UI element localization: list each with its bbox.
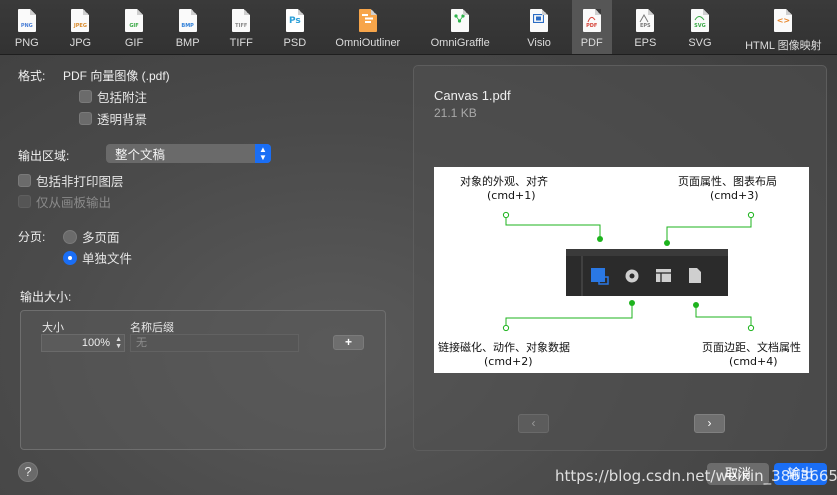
size-field[interactable]: 100% ▲ ▼ [41, 334, 125, 352]
format-bmp[interactable]: BMP BMP [161, 0, 215, 54]
format-pdf[interactable]: PDF PDF [571, 0, 612, 54]
radio-button[interactable] [63, 229, 77, 244]
next-page-button[interactable]: › [694, 414, 725, 433]
size-column-header: 大小 [42, 322, 64, 334]
format-toolbar: PNG PNG JPEG JPG GIF GIF BMP BMP TIFF TI… [0, 0, 837, 55]
suffix-column-header: 名称后缀 [130, 322, 174, 334]
document-inspector-icon [689, 268, 701, 283]
visio-file-icon [530, 9, 549, 32]
format-gif[interactable]: GIF GIF [107, 0, 161, 54]
watermark-text: https://blog.csdn.net/weixin_38636659 [555, 467, 837, 485]
format-html-image-map[interactable]: <> HTML 图像映射 [730, 0, 837, 54]
preview-file-name: Canvas 1.pdf [434, 88, 511, 103]
chevron-updown-icon: ▲ ▼ [255, 144, 271, 163]
format-psd[interactable]: Ps PSD [268, 0, 322, 54]
multi-page-radio[interactable]: 多页面 [63, 227, 120, 246]
pdf-file-icon: PDF [582, 9, 601, 32]
single-file-radio[interactable]: 单独文件 [63, 248, 132, 267]
layout-inspector-icon [656, 269, 671, 282]
jpg-file-icon: JPEG [71, 9, 90, 32]
callout-text: (cmd+1) [487, 189, 536, 202]
preview-file-size: 21.1 KB [434, 106, 477, 120]
output-size-table: 大小 名称后缀 100% ▲ ▼ 无 + [20, 310, 386, 450]
format-label: 格式: [18, 69, 46, 83]
gear-icon [625, 269, 639, 283]
preview-page: 对象的外观、对齐 (cmd+1) 页面属性、图表布局 (cmd+3) 链接磁化、… [434, 167, 809, 373]
previous-page-button[interactable]: ‹ [518, 414, 549, 433]
include-notes-checkbox[interactable]: 包括附注 [79, 87, 147, 106]
callout-text: (cmd+4) [729, 355, 778, 368]
pagination-label: 分页: [18, 230, 46, 244]
format-tiff[interactable]: TIFF TIFF [214, 0, 268, 54]
omnigraffle-file-icon [451, 9, 470, 32]
suffix-field[interactable]: 无 [130, 334, 299, 352]
format-omnigraffle[interactable]: OmniGraffle [414, 0, 506, 54]
export-area-select[interactable]: 整个文稿 ▲ ▼ [106, 144, 271, 163]
tiff-file-icon: TIFF [232, 9, 251, 32]
format-png[interactable]: PNG PNG [0, 0, 54, 54]
checkbox-box[interactable] [79, 112, 92, 125]
png-file-icon: PNG [17, 9, 36, 32]
eps-file-icon: EPS [636, 9, 655, 32]
photoshop-file-icon: Ps [285, 9, 304, 32]
preview-panel: Canvas 1.pdf 21.1 KB 对象的外观、对齐 (cmd+1) 页面… [413, 65, 827, 451]
gif-file-icon: GIF [125, 9, 144, 32]
transparent-background-checkbox[interactable]: 透明背景 [79, 109, 147, 128]
format-svg[interactable]: SVG SVG [679, 0, 721, 54]
format-omnioutliner[interactable]: OmniOutliner [322, 0, 414, 54]
stepper-icon[interactable]: ▲ ▼ [115, 336, 122, 350]
html-file-icon: <> [774, 9, 793, 32]
artboard-only-checkbox: 仅从画板输出 [18, 192, 111, 211]
callout-text: 链接磁化、动作、对象数据 [438, 341, 570, 354]
callout-text: (cmd+2) [484, 355, 533, 368]
format-eps[interactable]: EPS EPS [612, 0, 680, 54]
help-button[interactable]: ? [18, 462, 38, 482]
format-visio[interactable]: Visio [506, 0, 572, 54]
checkbox-box [18, 195, 31, 208]
format-value: PDF 向量图像 (.pdf) [63, 69, 170, 83]
add-size-button[interactable]: + [333, 335, 364, 350]
export-area-label: 输出区域: [18, 149, 70, 163]
bmp-file-icon: BMP [178, 9, 197, 32]
radio-button-selected[interactable] [63, 250, 77, 265]
format-jpg[interactable]: JPEG JPG [54, 0, 108, 54]
checkbox-box[interactable] [18, 174, 31, 187]
omnioutliner-file-icon [358, 9, 377, 32]
callout-text: 对象的外观、对齐 [460, 175, 548, 188]
callout-text: 页面属性、图表布局 [678, 175, 777, 188]
svg-file-icon: SVG [690, 9, 709, 32]
callout-text: (cmd+3) [710, 189, 759, 202]
output-size-label: 输出大小: [20, 290, 72, 304]
checkbox-box[interactable] [79, 90, 92, 103]
include-nonprint-layers-checkbox[interactable]: 包括非打印图层 [18, 171, 124, 190]
callout-text: 页面边距、文档属性 [702, 341, 801, 354]
